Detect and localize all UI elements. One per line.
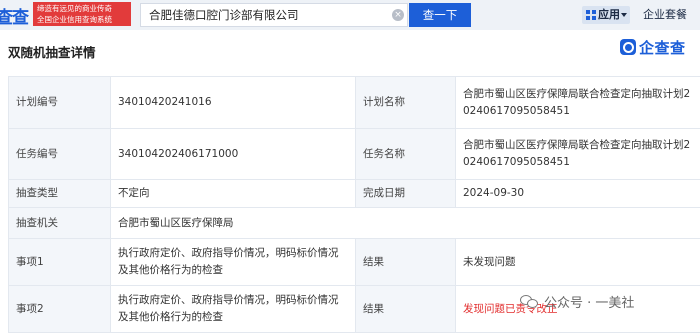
plan-no-label: 计划编号 xyxy=(8,76,111,129)
item1-label: 事项1 xyxy=(8,238,111,286)
app-menu-button[interactable]: 应用 xyxy=(582,6,630,24)
watermark: 公众号 · 一美社 xyxy=(520,292,634,311)
result2-label: 结果 xyxy=(355,285,456,333)
slogan-line-1: 缔造有远见的商业传奇 xyxy=(37,4,112,13)
clear-search-icon[interactable]: × xyxy=(392,9,404,21)
table-row: 抽查机关 合肥市蜀山区医疗保障局 xyxy=(8,207,700,239)
task-no-label: 任务编号 xyxy=(8,128,111,180)
done-date-value: 2024-09-30 xyxy=(455,179,700,208)
task-name-value: 合肥市蜀山区医疗保障局联合检查定向抽取计划20240617095058451 xyxy=(455,128,700,180)
plan-no-value: 34010420241016 xyxy=(110,76,356,129)
search-button[interactable]: 查一下 xyxy=(409,3,471,27)
watermark-text: 公众号 · 一美社 xyxy=(544,296,635,311)
brand-logo: 企查查 xyxy=(620,37,686,57)
package-link[interactable]: 企业套餐 xyxy=(643,6,687,24)
task-name-label: 任务名称 xyxy=(355,128,456,180)
type-value: 不定向 xyxy=(110,179,356,208)
result1-label: 结果 xyxy=(355,238,456,286)
org-value: 合肥市蜀山区医疗保障局 xyxy=(110,207,700,239)
search-logo-icon xyxy=(620,39,636,55)
table-row: 抽查类型 不定向 完成日期 2024-09-30 xyxy=(8,179,700,208)
chevron-down-icon xyxy=(621,13,627,17)
wechat-icon xyxy=(520,294,540,310)
table-row: 计划编号 34010420241016 计划名称 合肥市蜀山区医疗保障局联合检查… xyxy=(8,76,700,129)
item2-value: 执行政府定价、政府指导价情况，明码标价情况及其他价格行为的检查 xyxy=(110,285,356,333)
org-label: 抽查机关 xyxy=(8,207,111,239)
result1-value: 未发现问题 xyxy=(455,238,700,286)
slogan-line-2: 全国企业信用查询系统 xyxy=(37,15,112,24)
slogan-banner: 缔造有远见的商业传奇 全国企业信用查询系统 xyxy=(33,2,131,26)
type-label: 抽查类型 xyxy=(8,179,111,208)
search-input[interactable]: 合肥佳德口腔门诊部有限公司 xyxy=(140,3,408,27)
done-date-label: 完成日期 xyxy=(355,179,456,208)
app-menu-label: 应用 xyxy=(598,8,620,21)
page-title: 双随机抽查详情 xyxy=(8,45,96,60)
plan-name-label: 计划名称 xyxy=(355,76,456,129)
brand-text: 企查查 xyxy=(639,38,686,57)
plan-name-value: 合肥市蜀山区医疗保障局联合检查定向抽取计划20240617095058451 xyxy=(455,76,700,129)
grid-icon xyxy=(586,10,596,20)
table-row: 事项1 执行政府定价、政府指导价情况，明码标价情况及其他价格行为的检查 结果 未… xyxy=(8,238,700,286)
top-bar: 查查 缔造有远见的商业传奇 全国企业信用查询系统 合肥佳德口腔门诊部有限公司 ×… xyxy=(0,0,700,30)
item2-label: 事项2 xyxy=(8,285,111,333)
site-logo[interactable]: 查查 xyxy=(0,3,32,25)
table-row: 任务编号 340104202406171000 任务名称 合肥市蜀山区医疗保障局… xyxy=(8,128,700,180)
task-no-value: 340104202406171000 xyxy=(110,128,356,180)
item1-value: 执行政府定价、政府指导价情况，明码标价情况及其他价格行为的检查 xyxy=(110,238,356,286)
